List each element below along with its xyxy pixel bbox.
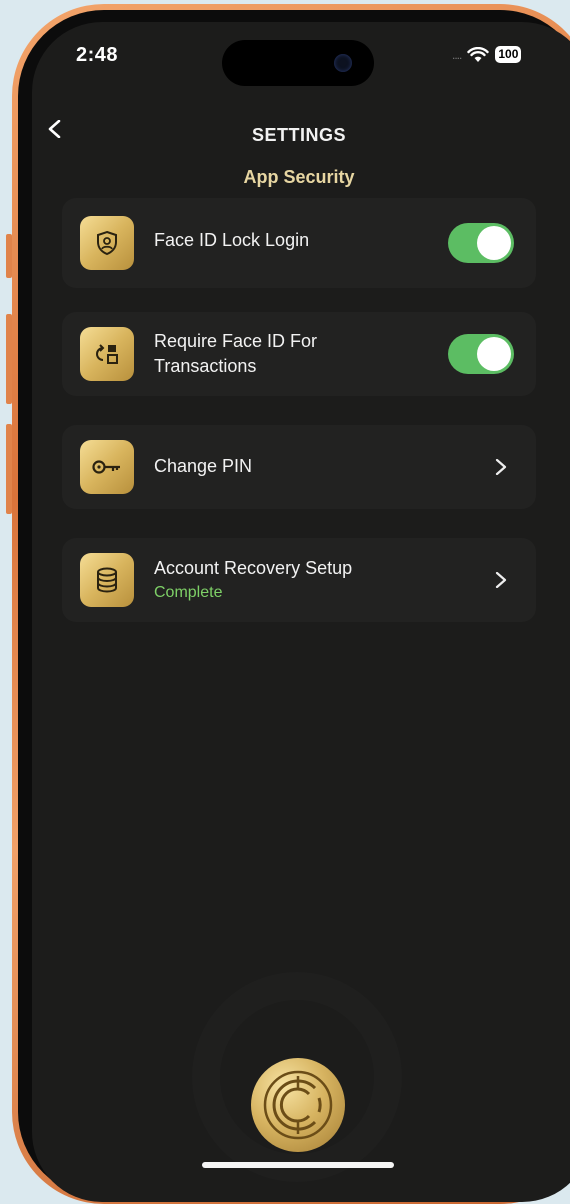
setting-row-account-recovery[interactable]: Account Recovery Setup Complete bbox=[62, 538, 536, 622]
chevron-right-icon bbox=[495, 572, 507, 588]
battery-indicator: 100 bbox=[495, 46, 522, 63]
action-button bbox=[6, 234, 12, 278]
app-screen: 2:48 .... 100 SETTINGS App Security Face… bbox=[32, 22, 570, 1202]
app-logo-button[interactable] bbox=[251, 1058, 345, 1152]
shield-user-icon bbox=[80, 216, 134, 270]
camera-icon bbox=[334, 54, 352, 72]
status-bar: 2:48 .... 100 bbox=[32, 22, 570, 92]
wifi-icon bbox=[467, 46, 490, 62]
database-icon bbox=[80, 553, 134, 607]
swap-icon bbox=[80, 327, 134, 381]
status-indicators: .... 100 bbox=[452, 46, 522, 63]
page-title: SETTINGS bbox=[251, 125, 346, 145]
setting-label-line1: Require Face ID For bbox=[154, 331, 318, 351]
setting-label: Require Face ID For Transactions bbox=[154, 329, 317, 379]
face-id-transactions-toggle[interactable] bbox=[448, 334, 514, 374]
toggle-knob bbox=[477, 226, 511, 260]
face-id-login-toggle[interactable] bbox=[448, 223, 514, 263]
volume-up-button bbox=[6, 314, 12, 404]
setting-label-line2: Transactions bbox=[154, 356, 257, 376]
key-icon bbox=[80, 440, 134, 494]
toggle-knob bbox=[477, 337, 511, 371]
setting-row-face-id-login[interactable]: Face ID Lock Login bbox=[62, 198, 536, 288]
volume-down-button bbox=[6, 424, 12, 514]
setting-row-change-pin[interactable]: Change PIN bbox=[62, 425, 536, 509]
status-text-complete: Complete bbox=[154, 584, 223, 601]
signal-icon: .... bbox=[452, 47, 462, 62]
chevron-right-icon bbox=[495, 459, 507, 475]
setting-label: Change PIN bbox=[154, 456, 253, 476]
page-subtitle: App Security bbox=[243, 167, 355, 187]
home-indicator[interactable] bbox=[202, 1162, 394, 1168]
setting-row-face-id-transactions[interactable]: Require Face ID For Transactions bbox=[62, 312, 536, 396]
status-time: 2:48 bbox=[76, 44, 119, 66]
setting-label: Face ID Lock Login bbox=[154, 230, 310, 250]
setting-label: Account Recovery Setup bbox=[154, 558, 353, 578]
dynamic-island bbox=[222, 40, 374, 86]
app-logo-icon bbox=[263, 1070, 333, 1140]
